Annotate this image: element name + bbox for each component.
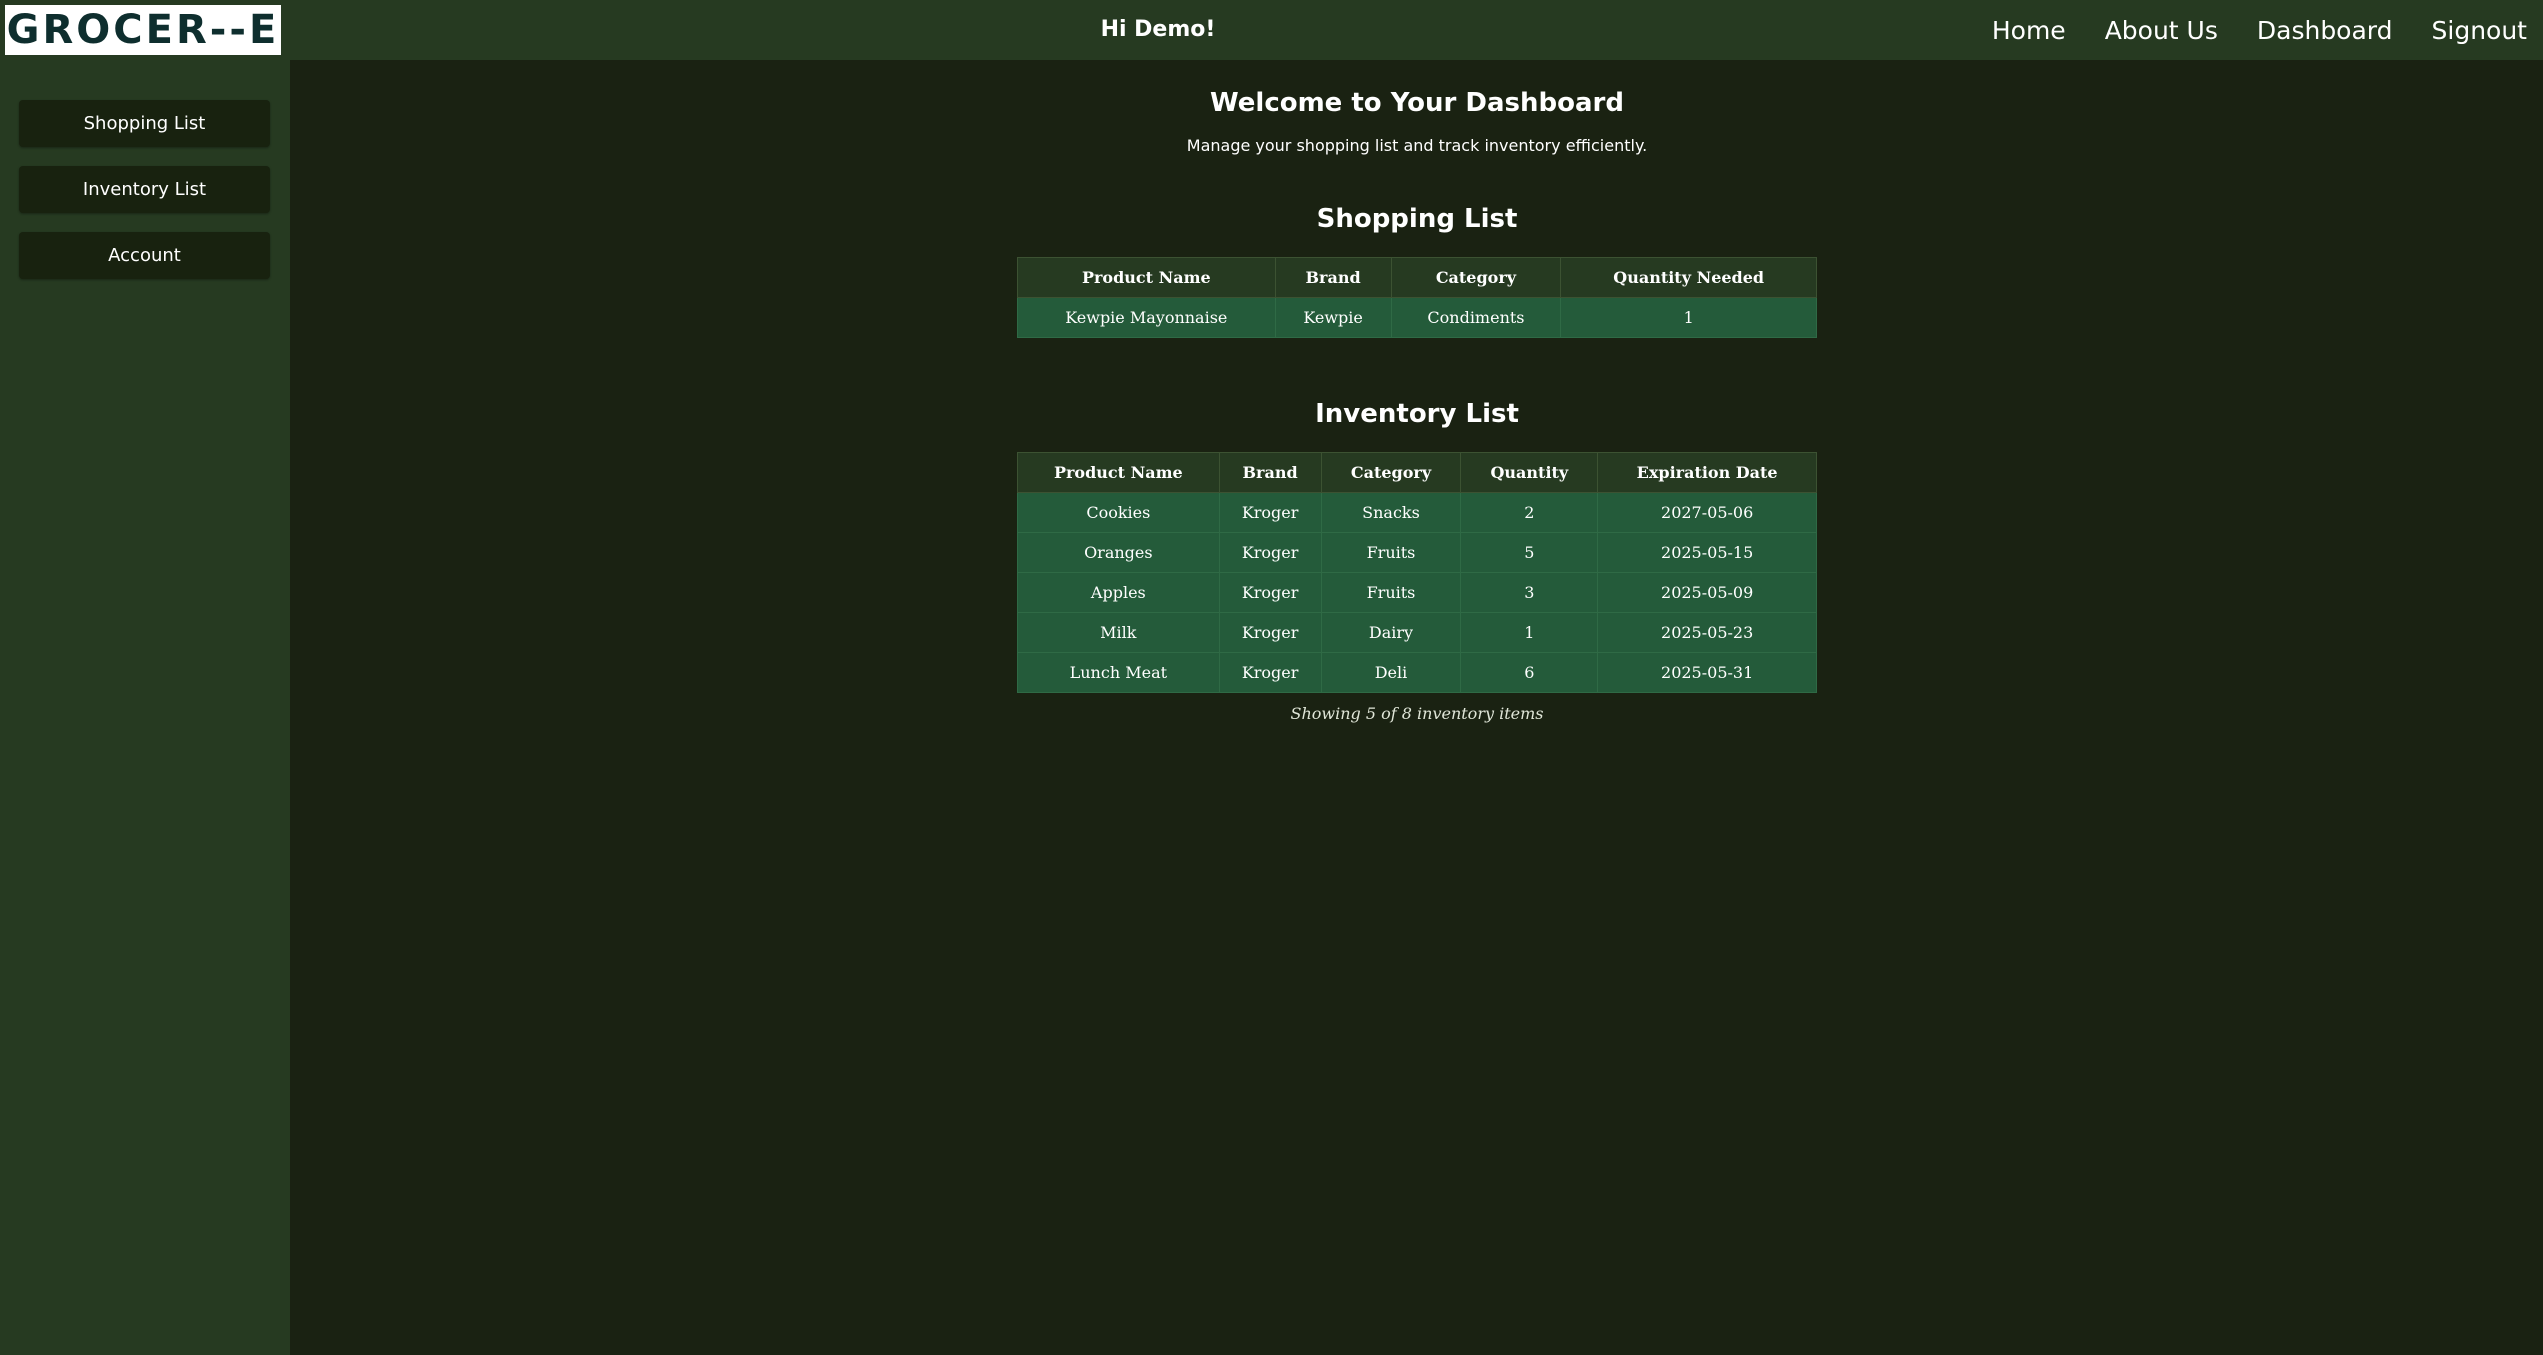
table-header-row: Product Name Brand Category Quantity Exp… [1017,452,1817,493]
table-cell: Condiments [1390,297,1562,338]
table-cell: Kewpie Mayonnaise [1017,297,1276,338]
top-navbar: GROCER--E Hi Demo! Home About Us Dashboa… [0,0,2543,60]
table-cell: Deli [1320,652,1462,693]
column-header: Product Name [1017,452,1220,493]
column-header: Product Name [1017,257,1276,298]
shopping-list-title: Shopping List [1316,204,1518,234]
page-subtitle: Manage your shopping list and track inve… [1186,136,1648,155]
table-row: Apples Kroger Fruits 3 2025-05-09 [1017,572,1817,613]
table-cell: Fruits [1320,532,1462,573]
nav-dashboard-link[interactable]: Dashboard [2257,16,2393,45]
column-header: Expiration Date [1597,452,1817,493]
column-header: Category [1320,452,1462,493]
table-cell: 5 [1460,532,1599,573]
column-header: Brand [1274,257,1392,298]
table-cell: Kroger [1218,532,1322,573]
table-cell: Kroger [1218,572,1322,613]
column-header: Category [1390,257,1562,298]
inventory-count-note: Showing 5 of 8 inventory items [1290,704,1544,723]
nav-links: Home About Us Dashboard Signout [1992,0,2543,60]
nav-home-link[interactable]: Home [1992,16,2066,45]
logo[interactable]: GROCER--E [5,5,281,55]
table-cell: 3 [1460,572,1599,613]
table-cell: Cookies [1017,492,1220,533]
column-header: Brand [1218,452,1322,493]
table-header-row: Product Name Brand Category Quantity Nee… [1017,257,1817,298]
sidebar-item-shopping-list[interactable]: Shopping List [19,100,270,147]
main-content: Welcome to Your Dashboard Manage your sh… [290,60,2543,1355]
logo-text: GROCER--E [6,7,280,53]
table-cell: 2025-05-31 [1597,652,1817,693]
table-cell: Fruits [1320,572,1462,613]
table-cell: Dairy [1320,612,1462,653]
shopping-list-table: Product Name Brand Category Quantity Nee… [1017,257,1817,338]
greeting-text: Hi Demo! [1100,17,1216,42]
sidebar-item-account[interactable]: Account [19,232,270,279]
table-cell: 2025-05-23 [1597,612,1817,653]
sidebar: Shopping List Inventory List Account [0,60,290,1355]
table-cell: Oranges [1017,532,1220,573]
table-cell: Lunch Meat [1017,652,1220,693]
column-header: Quantity Needed [1560,257,1817,298]
nav-signout-link[interactable]: Signout [2432,16,2527,45]
table-cell: 6 [1460,652,1599,693]
table-cell: 2025-05-15 [1597,532,1817,573]
table-cell: Milk [1017,612,1220,653]
nav-about-link[interactable]: About Us [2105,16,2218,45]
inventory-list-title: Inventory List [1315,399,1519,429]
table-row: Kewpie Mayonnaise Kewpie Condiments 1 [1017,297,1817,338]
table-cell: Apples [1017,572,1220,613]
column-header: Quantity [1460,452,1599,493]
table-cell: Kroger [1218,612,1322,653]
table-cell: 1 [1560,297,1817,338]
inventory-list-table: Product Name Brand Category Quantity Exp… [1017,452,1817,693]
table-row: Milk Kroger Dairy 1 2025-05-23 [1017,612,1817,653]
table-cell: 2 [1460,492,1599,533]
table-cell: Kewpie [1274,297,1392,338]
table-row: Oranges Kroger Fruits 5 2025-05-15 [1017,532,1817,573]
table-cell: Snacks [1320,492,1462,533]
table-row: Cookies Kroger Snacks 2 2027-05-06 [1017,492,1817,533]
table-cell: 1 [1460,612,1599,653]
table-cell: 2027-05-06 [1597,492,1817,533]
table-row: Lunch Meat Kroger Deli 6 2025-05-31 [1017,652,1817,693]
page-title: Welcome to Your Dashboard [1210,88,1624,118]
table-cell: Kroger [1218,652,1322,693]
sidebar-item-inventory-list[interactable]: Inventory List [19,166,270,213]
table-cell: 2025-05-09 [1597,572,1817,613]
table-cell: Kroger [1218,492,1322,533]
